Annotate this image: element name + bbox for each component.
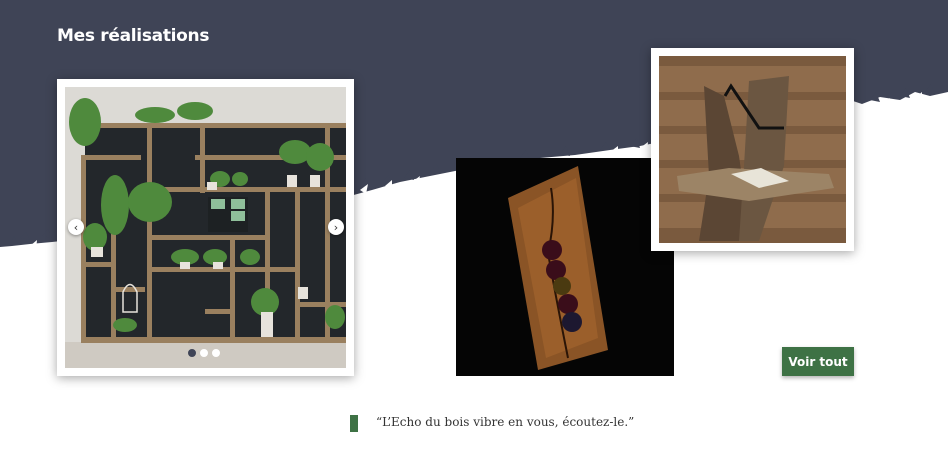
carousel-frame	[57, 79, 354, 376]
quote-text: “L’Echo du bois vibre en vous, écoutez-l…	[376, 415, 635, 429]
carousel-prev-button[interactable]: ‹	[68, 219, 84, 235]
carousel-next-button[interactable]: ›	[328, 219, 344, 235]
view-all-button[interactable]: Voir tout	[782, 347, 854, 376]
chevron-right-icon: ›	[333, 220, 339, 234]
shelf-with-plants-photo	[65, 87, 346, 368]
chevron-left-icon: ‹	[73, 220, 79, 234]
wine-rack-frame	[456, 158, 674, 376]
driftwood-frame	[651, 48, 854, 251]
quote-accent-bar	[350, 415, 358, 432]
carousel-indicators	[188, 349, 220, 357]
carousel-dot-2[interactable]	[200, 349, 208, 357]
carousel-dot-3[interactable]	[212, 349, 220, 357]
section-title: Mes réalisations	[57, 26, 210, 46]
driftwood-desk-photo	[659, 56, 846, 243]
carousel-dot-1[interactable]	[188, 349, 196, 357]
wine-rack-photo	[456, 158, 674, 376]
